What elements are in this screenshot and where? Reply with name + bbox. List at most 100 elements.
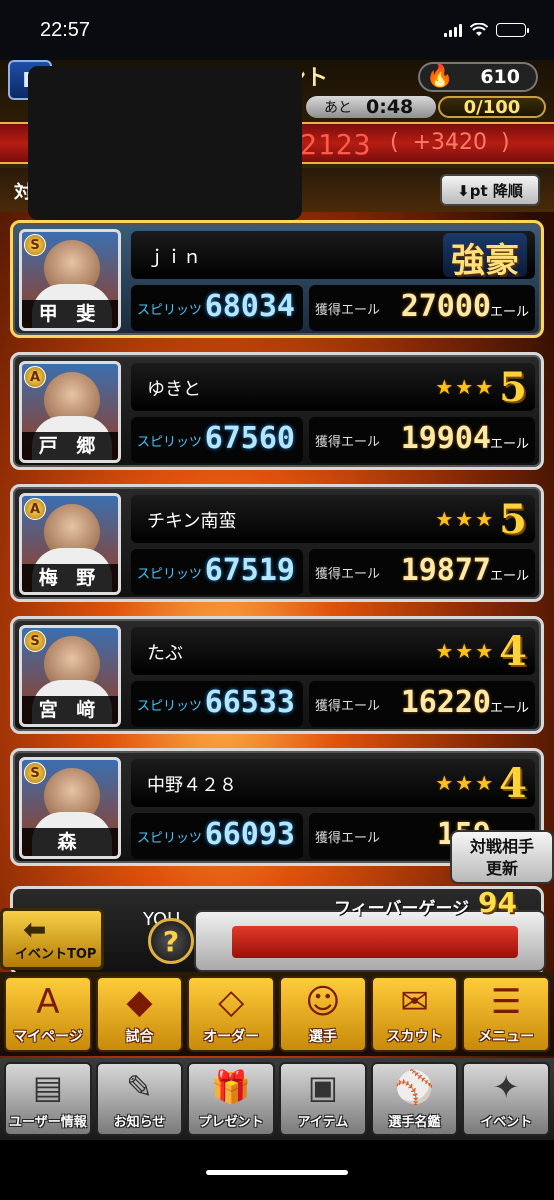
nav-field[interactable]: ◇ オーダー	[187, 976, 276, 1052]
notice-icon: ✎	[126, 1068, 153, 1106]
rank-level: 4	[499, 627, 527, 675]
star-icon: ★	[475, 507, 494, 531]
spirit-box: スピリッツ 68034	[131, 285, 303, 331]
spirit-box: スピリッツ 66533	[131, 681, 303, 727]
spirit-label: スピリッツ	[137, 699, 203, 714]
opponent-card[interactable]: A 戸 郷 ゆきと ★ ★ ★ 5 スピリッツ 67560 獲得エール 19904 エ…	[10, 352, 544, 470]
spirit-box: スピリッツ 67560	[131, 417, 303, 463]
timer-prefix: あと	[324, 100, 352, 116]
opponent-name: ゆきと	[147, 379, 201, 400]
spirit-value: 66533	[204, 685, 295, 720]
opponent-list: S 甲 斐 ｊｉｎ 強豪 スピリッツ 68034 獲得エール 27000 エール…	[10, 220, 544, 880]
spirit-label: スピリッツ	[137, 303, 203, 318]
refresh-opponents-button[interactable]: 対戦相手 更新	[450, 830, 554, 884]
item-icon: ▣	[307, 1068, 338, 1106]
spirit-box: スピリッツ 66093	[131, 813, 303, 859]
spirit-value: 68034	[204, 289, 295, 324]
back-arrow-icon: ⬅	[23, 913, 47, 946]
help-button[interactable]: ?	[148, 918, 194, 964]
field-icon: ◇	[218, 982, 245, 1022]
nav-event[interactable]: ✦ イベント	[462, 1062, 551, 1136]
star-icon: ★	[435, 771, 454, 795]
nav-label: メニュー	[478, 1029, 535, 1045]
opponent-card[interactable]: S 宮 﨑 たぶ ★ ★ ★ 4 スピリッツ 66533 獲得エール 16220 エー…	[10, 616, 544, 734]
star-icon: ★	[435, 375, 454, 399]
nav-stadium[interactable]: ◆ 試合	[95, 976, 184, 1052]
spirit-value: 67519	[204, 553, 295, 588]
nav-label: 試合	[125, 1029, 154, 1045]
nav-notice[interactable]: ✎ お知らせ	[95, 1062, 184, 1136]
nav-menu[interactable]: ☰ メニュー	[462, 976, 551, 1052]
nav-label: 選手	[308, 1029, 337, 1045]
star-icon: ★	[435, 507, 454, 531]
nav-label: アイテム	[297, 1115, 349, 1130]
ale-unit: エール	[489, 569, 529, 584]
battery-icon	[496, 23, 529, 37]
spirit-label: スピリッツ	[137, 567, 203, 582]
rank-stars: ★ ★ ★ 4	[435, 759, 527, 807]
opponent-name: たぶ	[147, 643, 183, 664]
star-icon: ★	[455, 375, 474, 399]
opponent-name-box: たぶ ★ ★ ★ 4	[131, 627, 535, 675]
nav-player[interactable]: ☺ 選手	[279, 976, 367, 1052]
nav-label: 選手名鑑	[388, 1115, 441, 1130]
ale-unit: エール	[489, 437, 529, 452]
opponent-name: チキン南蛮	[147, 511, 237, 532]
event-top-button[interactable]: ⬅ イベントTOP	[0, 908, 104, 970]
game-screen: B イベント 🔥 610 あと 0:48 0/100 2123 ( +3420 …	[0, 60, 554, 1200]
player-name: 梅 野	[22, 564, 118, 592]
cellular-signal-icon	[444, 23, 462, 37]
rarity-badge: S	[24, 234, 46, 256]
battle-count: 0/100	[438, 96, 546, 118]
rank-stars: ★ ★ ★ 5	[435, 363, 527, 411]
nav-encyclopedia[interactable]: ⚾ 選手名鑑	[370, 1062, 459, 1136]
home-indicator-area	[0, 1140, 554, 1200]
primary-nav: A マイページ ◆ 試合 ◇ オーダー ☺ 選手 ✉ スカウト ☰ メニュー	[0, 972, 554, 1056]
opponent-name-box: ｊｉｎ 強豪	[131, 231, 535, 281]
player-name: 宮 﨑	[22, 696, 118, 724]
nav-label: マイページ	[12, 1029, 83, 1045]
ale-value: 16220	[400, 685, 491, 720]
nav-a-logo[interactable]: A マイページ	[4, 976, 92, 1052]
player-portrait: S 宮 﨑	[19, 625, 121, 727]
wifi-icon	[470, 23, 488, 36]
opponent-card[interactable]: A 梅 野 チキン南蛮 ★ ★ ★ 5 スピリッツ 67519 獲得エール 19877…	[10, 484, 544, 602]
player-name: 戸 郷	[22, 432, 118, 460]
ale-label: 獲得エール	[315, 303, 381, 318]
ale-label: 獲得エール	[315, 567, 381, 582]
ale-unit: エール	[489, 701, 529, 716]
star-icon: ★	[435, 639, 454, 663]
nav-label: イベント	[480, 1115, 533, 1130]
a-logo-icon: A	[36, 982, 60, 1022]
fever-label: フィーバーゲージ	[334, 899, 470, 919]
player-portrait: S 甲 斐	[19, 229, 121, 331]
home-indicator[interactable]	[206, 1170, 348, 1175]
opponent-name-box: ゆきと ★ ★ ★ 5	[131, 363, 535, 411]
fever-gauge-fill	[232, 926, 518, 958]
rarity-badge: S	[24, 630, 46, 652]
opponent-name-box: 中野４２８ ★ ★ ★ 4	[131, 759, 535, 807]
clock: 22:57	[40, 18, 91, 41]
rank-level: 5	[499, 495, 527, 543]
points-counter: 🔥 610	[418, 62, 538, 92]
star-icon: ★	[475, 771, 494, 795]
ale-box: 獲得エール 19877 エール	[309, 549, 535, 595]
nav-user-card[interactable]: ▤ ユーザー情報	[4, 1062, 92, 1136]
player-name: 森	[22, 828, 118, 856]
ale-value: 27000	[400, 289, 491, 324]
sort-button[interactable]: ⬇pt 降順	[440, 174, 540, 206]
scout-icon: ✉	[400, 982, 429, 1022]
player-portrait: A 戸 郷	[19, 361, 121, 463]
user-card-icon: ▤	[32, 1068, 63, 1106]
star-icon: ★	[455, 507, 474, 531]
nav-gift[interactable]: 🎁 プレゼント	[187, 1062, 276, 1136]
nav-item[interactable]: ▣ アイテム	[279, 1062, 367, 1136]
ale-label: 獲得エール	[315, 435, 381, 450]
star-icon: ★	[455, 771, 474, 795]
flame-icon: 🔥	[426, 64, 454, 89]
menu-icon: ☰	[490, 982, 522, 1022]
opponent-card[interactable]: S 甲 斐 ｊｉｎ 強豪 スピリッツ 68034 獲得エール 27000 エール	[10, 220, 544, 338]
spirit-label: スピリッツ	[137, 831, 203, 846]
player-icon: ☺	[305, 982, 341, 1022]
nav-scout[interactable]: ✉ スカウト	[370, 976, 459, 1052]
